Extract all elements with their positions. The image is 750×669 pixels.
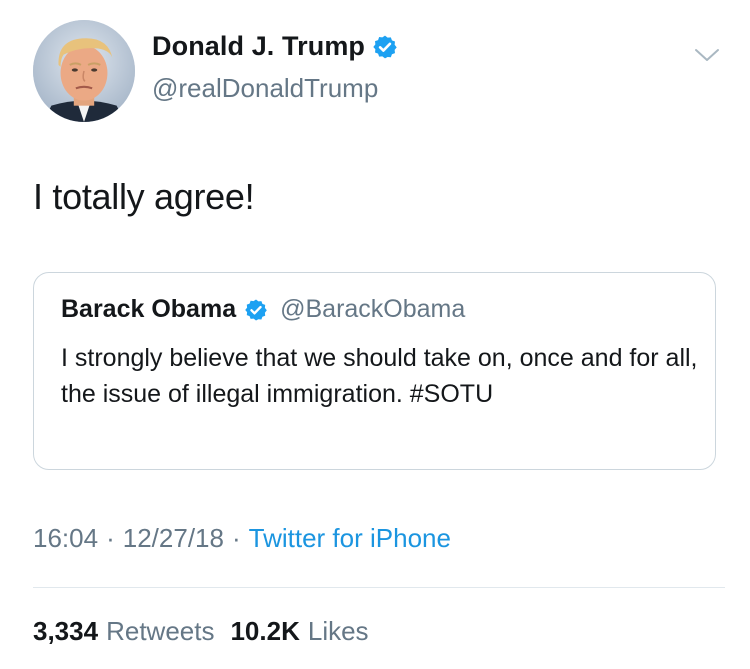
tweet-time: 16:04 xyxy=(33,523,99,553)
tweet-date: 12/27/18 xyxy=(122,523,224,553)
quoted-author-name: Barack Obama xyxy=(61,295,237,323)
author-name-row: Donald J. Trump xyxy=(152,31,398,62)
tweet-source-link[interactable]: Twitter for iPhone xyxy=(249,523,451,554)
tweet-meta: 16:04 · 12/27/18 · Twitter for iPhone xyxy=(33,523,451,554)
avatar[interactable] xyxy=(33,20,135,122)
quoted-author-handle: @BarackObama xyxy=(280,295,466,323)
quoted-tweet-card[interactable]: Barack Obama @BarackObama I strongly bel… xyxy=(33,272,716,470)
likes-count: 10.2K xyxy=(230,616,300,646)
verified-badge-icon xyxy=(372,34,398,60)
quoted-tweet-text: I strongly believe that we should take o… xyxy=(61,344,698,408)
retweets-label: Retweets xyxy=(106,616,215,646)
author-handle[interactable]: @realDonaldTrump xyxy=(152,73,378,104)
likes-stat[interactable]: 10.2K Likes xyxy=(230,616,368,647)
author-display-name[interactable]: Donald J. Trump xyxy=(152,31,365,62)
verified-badge-icon xyxy=(244,298,268,322)
tweet-text: I totally agree! xyxy=(33,176,255,217)
chevron-down-icon[interactable] xyxy=(692,44,722,66)
meta-separator: · xyxy=(231,523,241,553)
retweets-count: 3,334 xyxy=(33,616,99,646)
meta-separator: · xyxy=(106,523,115,553)
avatar-image xyxy=(33,20,135,122)
likes-label: Likes xyxy=(307,616,369,646)
divider xyxy=(33,587,725,588)
tweet-stats: 3,334 Retweets 10.2K Likes xyxy=(33,616,369,647)
retweets-stat[interactable]: 3,334 Retweets xyxy=(33,616,214,647)
quoted-author-row: Barack Obama @BarackObama xyxy=(61,295,465,324)
